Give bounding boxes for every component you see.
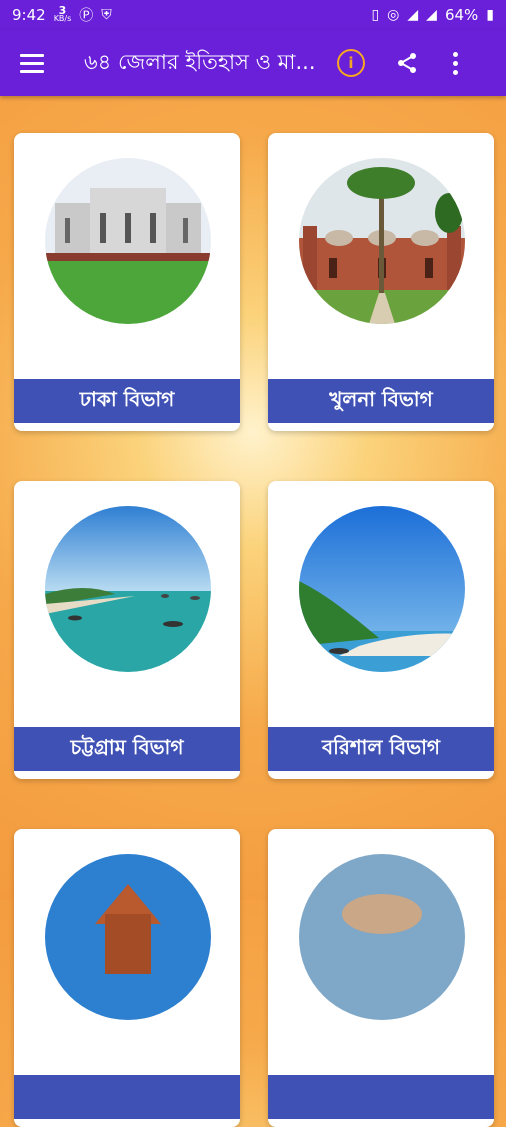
shield-icon: ⛨ (101, 7, 112, 23)
battery-percent: 64% (444, 6, 479, 24)
dhaka-image (45, 158, 211, 324)
division-6-image (299, 854, 465, 1020)
status-bar: 9:42 3 KB/s Ⓟ ⛨ ▯ ◎ ◢ ◢ 64% ▮ (0, 0, 506, 30)
share-button[interactable] (395, 51, 419, 75)
info-button[interactable]: i (337, 49, 365, 77)
khulna-image (299, 158, 465, 324)
division-card-5[interactable] (14, 829, 240, 1127)
app-bar: ৬৪ জেলার ইতিহাস ও মা... i (0, 30, 506, 96)
division-label: বরিশাল বিভাগ (268, 727, 494, 771)
barishal-image (299, 506, 465, 672)
division-card-chattogram[interactable]: চট্টগ্রাম বিভাগ (14, 481, 240, 779)
share-icon (398, 53, 416, 73)
vibrate-icon: ▯ (371, 7, 380, 23)
chattogram-image (45, 506, 211, 672)
info-icon: i (348, 54, 354, 72)
hotspot-icon: ◎ (387, 7, 400, 23)
division-label (268, 1075, 494, 1119)
division-card-barishal[interactable]: বরিশাল বিভাগ (268, 481, 494, 779)
division-card-khulna[interactable]: খুলনা বিভাগ (268, 133, 494, 431)
menu-button[interactable] (10, 41, 54, 85)
division-5-image (45, 854, 211, 1020)
signal-icon: ◢ (407, 7, 419, 23)
status-time: 9:42 (12, 6, 46, 24)
division-label: খুলনা বিভাগ (268, 379, 494, 423)
more-icon (453, 51, 458, 57)
parking-icon: Ⓟ (79, 8, 94, 24)
division-label (14, 1075, 240, 1119)
division-card-dhaka[interactable]: ঢাকা বিভাগ (14, 133, 240, 431)
more-options-button[interactable] (453, 51, 458, 75)
division-label: চট্টগ্রাম বিভাগ (14, 727, 240, 771)
division-card-6[interactable] (268, 829, 494, 1127)
page-title: ৬৪ জেলার ইতিহাস ও মা... (84, 49, 316, 74)
signal-icon-2: ◢ (426, 7, 437, 23)
division-label: ঢাকা বিভাগ (14, 379, 240, 423)
menu-icon (20, 53, 44, 57)
network-speed: 3 KB/s (53, 4, 72, 23)
battery-icon: ▮ (486, 7, 494, 23)
